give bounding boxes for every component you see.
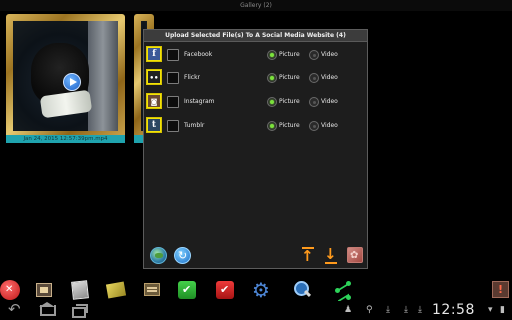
- facebook-checkbox[interactable]: [167, 49, 179, 61]
- move-top-icon[interactable]: [300, 247, 317, 264]
- android-icon: ♟: [344, 305, 353, 315]
- tumblr-checkbox[interactable]: [167, 120, 179, 132]
- alert-icon[interactable]: [492, 281, 509, 298]
- network-row-tumblr: t Tumblr Picture Video: [144, 117, 369, 135]
- video-label: Video: [321, 51, 338, 58]
- tumblr-video-radio[interactable]: [309, 121, 319, 131]
- close-icon[interactable]: [0, 280, 20, 300]
- gallery-icon[interactable]: [347, 247, 363, 263]
- gallery-thumbnail-1[interactable]: [6, 14, 125, 138]
- flickr-video-radio[interactable]: [309, 73, 319, 83]
- tumblr-icon: t: [146, 117, 162, 133]
- status-clock: 12:58: [432, 302, 475, 318]
- select-all-icon[interactable]: [178, 281, 196, 299]
- video-label: Video: [321, 122, 338, 129]
- folder-icon[interactable]: [105, 281, 127, 299]
- slideshow-icon[interactable]: [36, 283, 52, 297]
- upload-dialog: Upload Selected File(s) To A Social Medi…: [143, 29, 368, 269]
- network-label: Tumblr: [184, 122, 205, 129]
- network-row-instagram: ◙ Instagram Picture Video: [144, 93, 369, 111]
- back-icon[interactable]: [6, 300, 26, 318]
- facebook-video-radio[interactable]: [309, 50, 319, 60]
- instagram-video-radio[interactable]: [309, 97, 319, 107]
- battery-icon: ▮: [500, 305, 505, 315]
- thumbnail-image: [13, 21, 118, 131]
- play-icon[interactable]: [63, 73, 81, 91]
- usb-icon: ⚲: [366, 305, 373, 315]
- instagram-picture-radio[interactable]: [267, 97, 277, 107]
- facebook-icon: f: [146, 46, 162, 62]
- instagram-icon: ◙: [146, 93, 162, 109]
- picture-label: Picture: [279, 122, 300, 129]
- network-label: Instagram: [184, 98, 215, 105]
- download-icon: ⤓: [386, 305, 390, 315]
- network-label: Facebook: [184, 51, 213, 58]
- share-icon[interactable]: [332, 280, 352, 300]
- app-title: Gallery (2): [240, 2, 272, 9]
- thumbnail-caption: Jan 24, 2015 12:57:39pm.mp4: [6, 135, 125, 143]
- details-icon[interactable]: [144, 283, 160, 296]
- recent-apps-icon[interactable]: [70, 303, 88, 318]
- deselect-all-icon[interactable]: [216, 281, 234, 299]
- facebook-picture-radio[interactable]: [267, 50, 277, 60]
- gear-icon[interactable]: [252, 278, 272, 302]
- video-label: Video: [321, 98, 338, 105]
- video-label: Video: [321, 74, 338, 81]
- dialog-title-bar: Upload Selected File(s) To A Social Medi…: [144, 30, 367, 42]
- refresh-icon[interactable]: [174, 247, 191, 264]
- globe-icon[interactable]: [150, 247, 167, 264]
- picture-label: Picture: [279, 51, 300, 58]
- flickr-picture-radio[interactable]: [267, 73, 277, 83]
- search-icon[interactable]: [292, 280, 312, 300]
- flickr-icon: ••: [146, 69, 162, 85]
- picture-label: Picture: [279, 74, 300, 81]
- thumbnail-curtain: [88, 21, 118, 131]
- home-icon[interactable]: [38, 302, 56, 318]
- network-label: Flickr: [184, 74, 201, 81]
- move-bottom-icon[interactable]: [323, 246, 340, 264]
- network-row-facebook: f Facebook Picture Video: [144, 46, 369, 64]
- app-title-bar: Gallery (2): [0, 0, 512, 11]
- tumblr-picture-radio[interactable]: [267, 121, 277, 131]
- network-row-flickr: •• Flickr Picture Video: [144, 69, 369, 87]
- picture-label: Picture: [279, 98, 300, 105]
- instagram-checkbox[interactable]: [167, 96, 179, 108]
- dialog-title: Upload Selected File(s) To A Social Medi…: [165, 32, 346, 39]
- wifi-icon: ▾: [488, 305, 493, 315]
- flickr-checkbox[interactable]: [167, 72, 179, 84]
- download-icon: ⤓: [404, 305, 408, 315]
- photos-icon[interactable]: [71, 280, 89, 300]
- download-icon: ⤓: [418, 305, 422, 315]
